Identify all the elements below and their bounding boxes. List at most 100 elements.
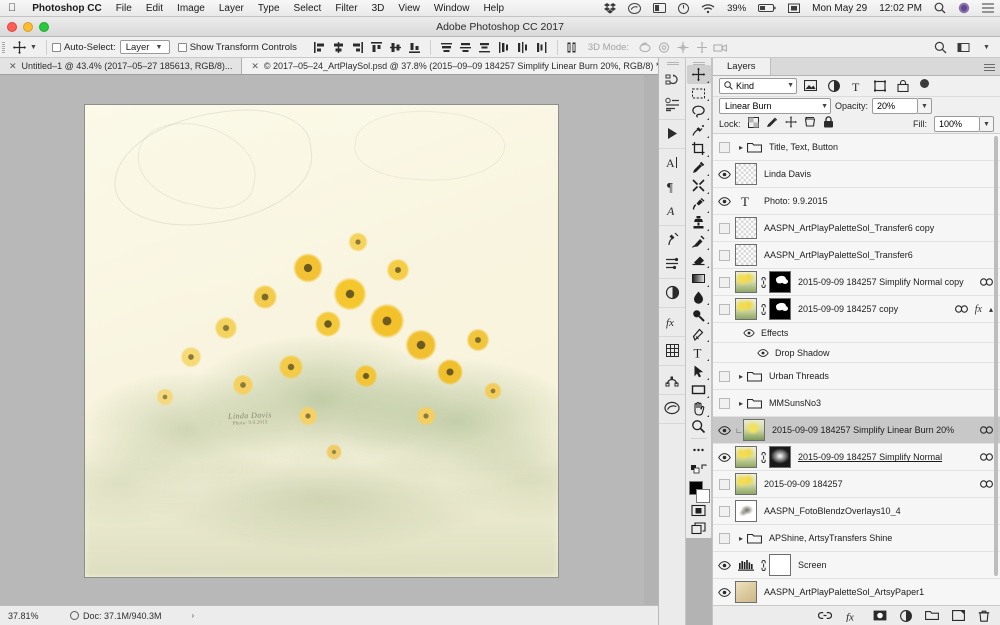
- eyedropper-tool[interactable]: [687, 158, 711, 177]
- layer-thumbnail[interactable]: [735, 581, 757, 604]
- creative-cloud-icon[interactable]: [622, 2, 647, 14]
- layer-visibility-toggle[interactable]: [713, 561, 735, 570]
- mask-link-icon[interactable]: [757, 276, 768, 288]
- layer-visibility-toggle[interactable]: [713, 532, 735, 544]
- auto-select-checkbox[interactable]: [51, 42, 61, 52]
- layer-visibility-toggle[interactable]: [713, 249, 735, 261]
- gradient-tool[interactable]: [687, 269, 711, 288]
- lock-artboard-nesting-icon[interactable]: [804, 115, 816, 133]
- adjustment-layer-filter-icon[interactable]: [824, 77, 843, 94]
- menu-item-select[interactable]: Select: [287, 3, 329, 14]
- align-horizontal-centers-button[interactable]: [330, 39, 347, 56]
- close-tab-icon[interactable]: ✕: [9, 61, 17, 72]
- close-window-button[interactable]: [7, 22, 17, 32]
- layer-visibility-toggle[interactable]: [713, 276, 735, 288]
- layer-thumbnail[interactable]: [735, 473, 757, 496]
- mask-link-icon[interactable]: [757, 451, 768, 463]
- panel-menu-icon[interactable]: [984, 64, 995, 72]
- lock-position-icon[interactable]: [784, 115, 797, 133]
- zoom-level-field[interactable]: 37.81%: [0, 611, 70, 621]
- eye-icon[interactable]: [743, 329, 755, 337]
- distribute-bottom-edges-button[interactable]: [476, 39, 493, 56]
- type-tool[interactable]: T: [687, 343, 711, 362]
- display-icon[interactable]: [647, 2, 672, 14]
- crop-tool[interactable]: [687, 139, 711, 158]
- filter-toggle-switch[interactable]: [920, 79, 929, 88]
- layer-row-transfer6-copy[interactable]: AASPN_ArtPlayPaletteSol_Transfer6 copy: [713, 215, 1000, 243]
- layer-thumbnail[interactable]: [743, 419, 765, 442]
- clone-stamp-tool[interactable]: [687, 214, 711, 233]
- zoom-tool[interactable]: [687, 418, 711, 437]
- distribute-vertical-centers-button[interactable]: [457, 39, 474, 56]
- fill-control[interactable]: 100% ▼: [934, 116, 994, 133]
- menu-item-type[interactable]: Type: [251, 3, 287, 14]
- paragraph-panel-icon[interactable]: ¶: [659, 174, 685, 198]
- character-panel-icon[interactable]: A: [659, 150, 685, 174]
- screenshot-icon[interactable]: [782, 3, 806, 14]
- layer-visibility-toggle[interactable]: [713, 222, 735, 234]
- opacity-stepper-icon[interactable]: ▼: [918, 98, 933, 115]
- tool-preset-chevron-icon[interactable]: ▼: [30, 44, 37, 51]
- options-bar-chevron-icon[interactable]: ▼: [978, 39, 995, 56]
- fill-value-field[interactable]: 100%: [934, 116, 980, 133]
- layer-row-title-text-button[interactable]: ▸ Title, Text, Button: [713, 134, 1000, 162]
- menu-item-file[interactable]: File: [109, 3, 139, 14]
- layer-visibility-toggle[interactable]: [713, 197, 735, 206]
- add-layer-mask-icon[interactable]: [873, 610, 887, 621]
- layer-row-184257-copy[interactable]: 2015-09-09 184257 copy fx ▴: [713, 296, 1000, 324]
- layer-row-simplify-normal[interactable]: 2015-09-09 184257 Simplify Normal: [713, 444, 1000, 472]
- layer-row-apshine[interactable]: ▸ APShine, ArtsyTransfers Shine: [713, 525, 1000, 553]
- disclosure-triangle-icon[interactable]: ▸: [735, 372, 747, 381]
- dodge-tool[interactable]: [687, 306, 711, 325]
- toolbar-grip[interactable]: [686, 58, 712, 66]
- align-right-edges-button[interactable]: [349, 39, 366, 56]
- layer-visibility-toggle[interactable]: [713, 170, 735, 179]
- libraries-panel-icon[interactable]: [659, 396, 685, 420]
- new-adjustment-layer-icon[interactable]: [900, 609, 912, 622]
- layer-visibility-toggle[interactable]: [713, 505, 735, 517]
- menu-item-view[interactable]: View: [391, 3, 427, 14]
- layer-row-drop-shadow[interactable]: Drop Shadow: [713, 343, 1000, 364]
- spotlight-search-icon[interactable]: [928, 2, 952, 14]
- minimize-window-button[interactable]: [23, 22, 33, 32]
- shape-layer-filter-icon[interactable]: [870, 77, 889, 94]
- siri-icon[interactable]: [952, 2, 976, 14]
- delete-layer-icon[interactable]: [978, 610, 990, 622]
- smart-filter-link-icon[interactable]: [980, 453, 993, 462]
- drop-shadow-visibility-row[interactable]: Drop Shadow: [757, 348, 830, 358]
- pattern-panel-icon[interactable]: [659, 338, 685, 362]
- character-styles-panel-icon[interactable]: A: [659, 198, 685, 222]
- mask-link-icon[interactable]: [757, 303, 768, 315]
- layer-visibility-toggle[interactable]: [713, 370, 735, 382]
- layer-effects-indicator-icon[interactable]: fx: [975, 304, 982, 315]
- brush-settings-panel-icon[interactable]: [659, 227, 685, 251]
- hand-tool[interactable]: [687, 399, 711, 418]
- layer-row-simplify-normal-copy[interactable]: 2015-09-09 184257 Simplify Normal copy: [713, 269, 1000, 297]
- brush-presets-panel-icon[interactable]: [659, 251, 685, 275]
- volume-icon[interactable]: [672, 2, 695, 14]
- disclosure-triangle-icon[interactable]: ▸: [735, 399, 747, 408]
- layer-mask-thumbnail[interactable]: [769, 554, 791, 577]
- lock-image-pixels-icon[interactable]: [766, 115, 778, 133]
- pen-tool[interactable]: [687, 325, 711, 344]
- add-layer-style-icon[interactable]: fx: [845, 610, 860, 622]
- smart-filter-link-icon[interactable]: [954, 305, 968, 314]
- distribute-right-edges-button[interactable]: [533, 39, 550, 56]
- layer-thumbnail[interactable]: [735, 217, 757, 240]
- smart-filter-link-icon[interactable]: [980, 480, 993, 489]
- canvas-area[interactable]: Linda Davis Photo: 9.9.2015: [0, 75, 644, 605]
- layer-thumbnail[interactable]: [735, 244, 757, 267]
- layer-row-184257[interactable]: 2015-09-09 184257: [713, 471, 1000, 499]
- layer-thumbnail[interactable]: [735, 271, 757, 294]
- layer-row-fotoblendz[interactable]: AASPN_FotoBlendzOverlays10_4: [713, 498, 1000, 526]
- disclosure-triangle-icon[interactable]: ▸: [735, 143, 747, 152]
- layer-visibility-toggle[interactable]: [713, 453, 735, 462]
- foreground-background-color-swatches[interactable]: [687, 480, 711, 504]
- filter-kind-dropdown[interactable]: Kind ▼: [719, 77, 797, 94]
- layer-row-mmsunsno3[interactable]: ▸ MMSunsNo3: [713, 390, 1000, 418]
- layer-mask-thumbnail[interactable]: [769, 271, 791, 294]
- styles-panel-icon[interactable]: fx: [659, 309, 685, 333]
- blend-mode-dropdown[interactable]: Linear Burn ▼: [719, 98, 831, 115]
- distribute-horizontal-centers-button[interactable]: [514, 39, 531, 56]
- effects-visibility-row[interactable]: Effects: [743, 328, 788, 338]
